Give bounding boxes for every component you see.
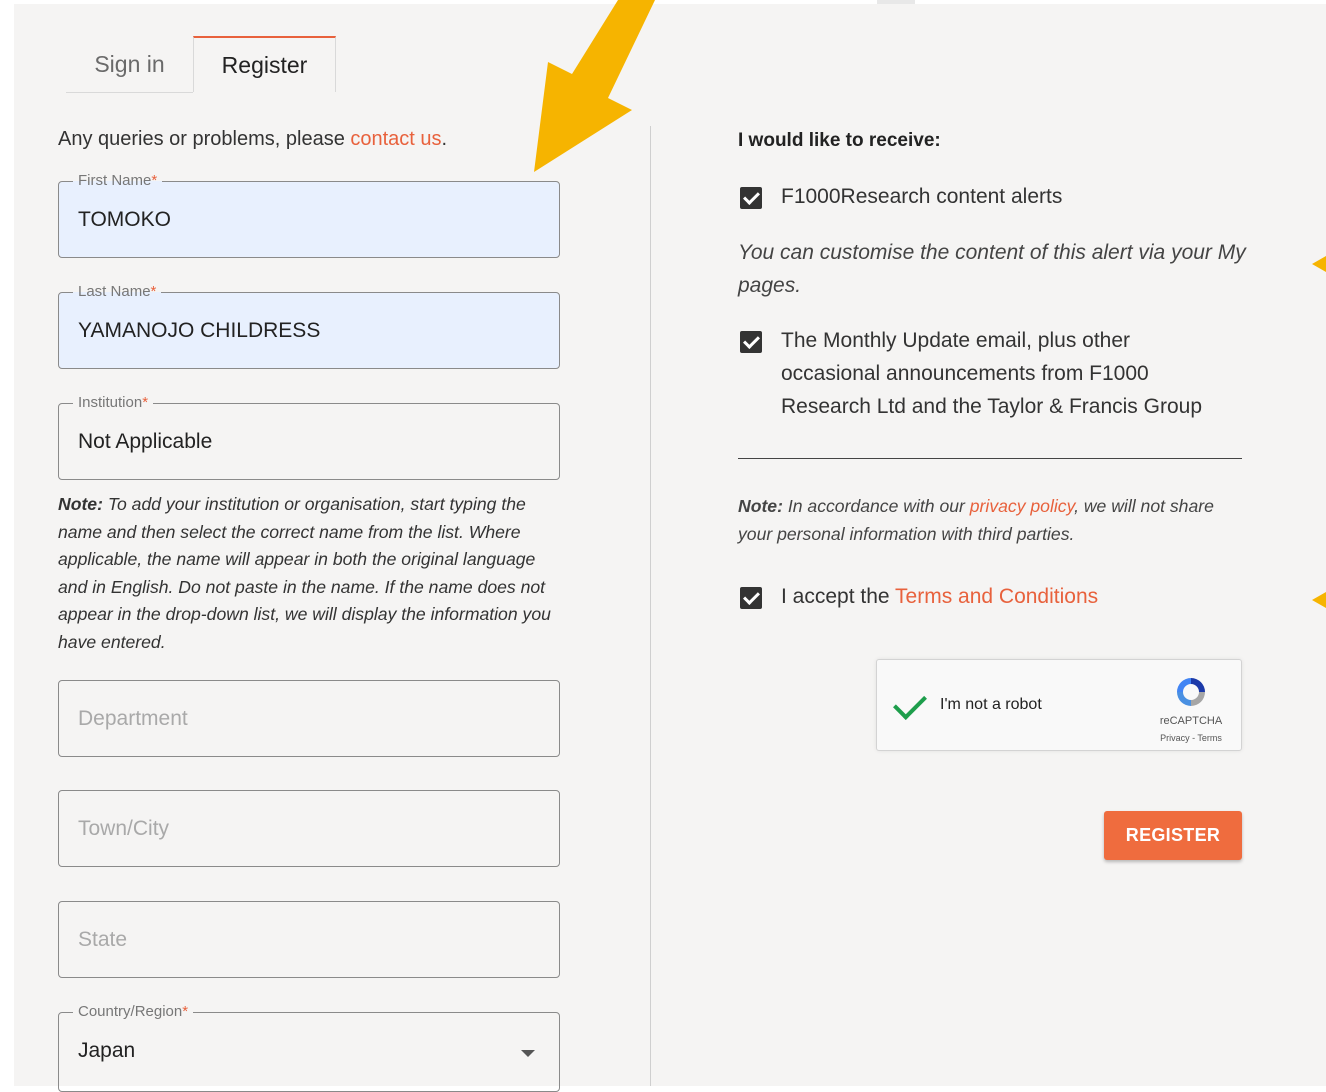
terms-label: I accept the Terms and Conditions — [781, 580, 1098, 613]
required-marker: * — [182, 1003, 189, 1020]
intro-message: Any queries or problems, please — [58, 128, 351, 150]
intro-suffix: . — [441, 128, 448, 150]
country-label: Country/Region* — [73, 1003, 194, 1021]
town-city-field[interactable]: Town/City — [58, 790, 560, 867]
recaptcha-links[interactable]: Privacy - Terms — [1147, 733, 1235, 743]
note-label: Note: — [738, 496, 783, 516]
first-name-label: First Name* — [73, 172, 163, 190]
last-name-value: YAMANOJO CHILDRESS — [78, 319, 321, 342]
required-marker: * — [150, 283, 157, 300]
state-field[interactable]: State — [58, 901, 560, 978]
department-placeholder: Department — [78, 707, 188, 730]
town-city-placeholder: Town/City — [78, 817, 170, 840]
recaptcha-brand: reCAPTCHA — [1159, 715, 1223, 727]
annotation-arrow-icon — [1312, 256, 1326, 272]
privacy-policy-link[interactable]: privacy policy — [970, 496, 1074, 516]
register-button[interactable]: REGISTER — [1104, 811, 1242, 860]
receive-title: I would like to receive: — [738, 130, 941, 151]
monthly-update-label: The Monthly Update email, plus other occ… — [781, 329, 1202, 418]
column-divider — [650, 126, 651, 1086]
last-name-field[interactable]: Last Name* YAMANOJO CHILDRESS — [58, 283, 560, 369]
first-name-value: TOMOKO — [78, 208, 171, 231]
section-divider — [738, 458, 1242, 459]
content-alerts-checkbox[interactable] — [740, 187, 762, 209]
recaptcha-logo-icon — [1177, 678, 1205, 706]
recaptcha-widget[interactable]: I'm not a robot reCAPTCHA Privacy - Term… — [876, 659, 1242, 751]
institution-field[interactable]: Institution* Not Applicable — [58, 394, 560, 480]
annotation-arrow-icon — [1312, 592, 1326, 608]
note-label: Note: — [58, 494, 103, 514]
terms-text: I accept the — [781, 585, 896, 608]
privacy-note: Note: In accordance with our privacy pol… — [738, 492, 1238, 548]
country-value: Japan — [78, 1039, 136, 1062]
monthly-update-checkbox[interactable] — [740, 331, 762, 353]
last-name-label: Last Name* — [73, 283, 162, 301]
terms-checkbox[interactable] — [740, 587, 762, 609]
country-select[interactable]: Country/Region* Japan — [58, 1003, 560, 1092]
annotation-arrow-icon — [534, 0, 655, 172]
top-edge-mark — [877, 0, 915, 4]
tab-register[interactable]: Register — [193, 36, 336, 92]
recaptcha-checkbox[interactable] — [877, 660, 937, 752]
terms-link[interactable]: Terms and Conditions — [895, 585, 1098, 608]
required-marker: * — [151, 172, 158, 189]
recaptcha-label: I'm not a robot — [940, 696, 1042, 713]
department-field[interactable]: Department — [58, 680, 560, 757]
contact-us-link[interactable]: contact us — [350, 128, 441, 150]
tab-sign-in[interactable]: Sign in — [66, 36, 193, 93]
state-placeholder: State — [78, 928, 128, 951]
privacy-note-text: In accordance with our — [782, 496, 970, 516]
chevron-down-icon[interactable] — [521, 1050, 535, 1057]
institution-value: Not Applicable — [78, 430, 213, 453]
institution-label: Institution* — [73, 394, 154, 412]
first-name-field[interactable]: First Name* TOMOKO — [58, 172, 560, 258]
institution-note: Note: To add your institution or organis… — [58, 491, 563, 657]
checkmark-icon — [893, 686, 927, 720]
intro-text: Any queries or problems, please contact … — [58, 128, 447, 151]
required-marker: * — [142, 394, 149, 411]
content-alerts-label: F1000Research content alerts — [781, 185, 1063, 208]
customise-text: You can customise the content of this al… — [738, 241, 1246, 297]
institution-note-text: To add your institution or organisation,… — [58, 494, 551, 652]
